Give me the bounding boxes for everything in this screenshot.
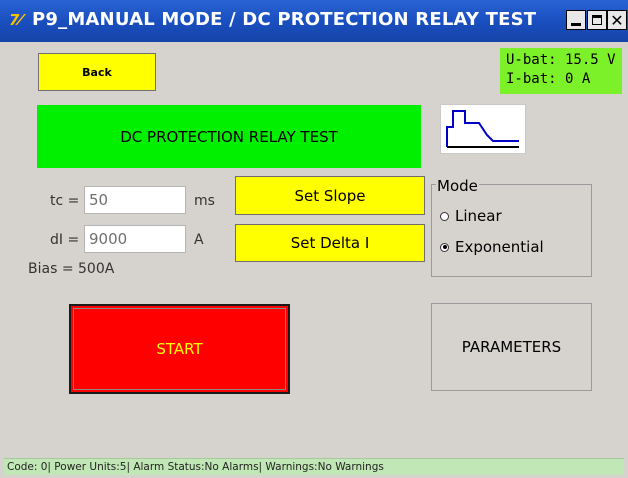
waveform-icon xyxy=(440,104,526,154)
mode-group xyxy=(431,184,592,277)
battery-voltage: U-bat: 15.5 V xyxy=(506,52,616,68)
battery-status: U-bat: 15.5 V I-bat: 0 A xyxy=(500,48,622,94)
bias-label: Bias = 500A xyxy=(28,261,115,277)
maximize-button[interactable] xyxy=(587,10,607,30)
status-bar: Code: 0| Power Units:5| Alarm Status:No … xyxy=(4,458,624,475)
radio-linear[interactable] xyxy=(440,211,449,221)
test-banner: DC PROTECTION RELAY TEST xyxy=(37,105,421,168)
di-unit: A xyxy=(194,232,204,248)
minimize-button[interactable] xyxy=(566,10,586,30)
app-icon: 7⁄ xyxy=(9,11,22,29)
mode-option-linear[interactable]: Linear xyxy=(440,207,502,225)
tc-unit: ms xyxy=(194,193,215,209)
tc-label: tc = xyxy=(50,193,80,209)
close-button[interactable]: ✕ xyxy=(607,10,627,30)
di-input[interactable]: 9000 xyxy=(84,225,186,253)
title-bar[interactable]: 7⁄ P9_MANUAL MODE / DC PROTECTION RELAY … xyxy=(0,0,628,42)
app-window: 7⁄ P9_MANUAL MODE / DC PROTECTION RELAY … xyxy=(0,0,628,478)
radio-selected-dot xyxy=(442,245,447,249)
mode-option-exponential[interactable]: Exponential xyxy=(440,238,544,256)
mode-linear-label: Linear xyxy=(455,207,502,225)
tc-input[interactable]: 50 xyxy=(84,186,186,214)
mode-legend: Mode xyxy=(436,177,479,195)
mode-exponential-label: Exponential xyxy=(455,238,544,256)
radio-exponential[interactable] xyxy=(440,242,449,252)
close-icon: ✕ xyxy=(610,10,624,30)
set-delta-i-button[interactable]: Set Delta I xyxy=(235,224,425,262)
di-label: dI = xyxy=(50,232,80,248)
window-title: P9_MANUAL MODE / DC PROTECTION RELAY TES… xyxy=(32,9,537,30)
parameters-button[interactable]: PARAMETERS xyxy=(431,303,592,391)
start-button[interactable]: START xyxy=(69,304,290,394)
back-button[interactable]: Back xyxy=(38,53,156,91)
minimize-icon xyxy=(571,22,581,26)
battery-current: I-bat: 0 A xyxy=(506,71,591,87)
set-slope-button[interactable]: Set Slope xyxy=(235,176,425,215)
maximize-icon xyxy=(592,15,602,25)
